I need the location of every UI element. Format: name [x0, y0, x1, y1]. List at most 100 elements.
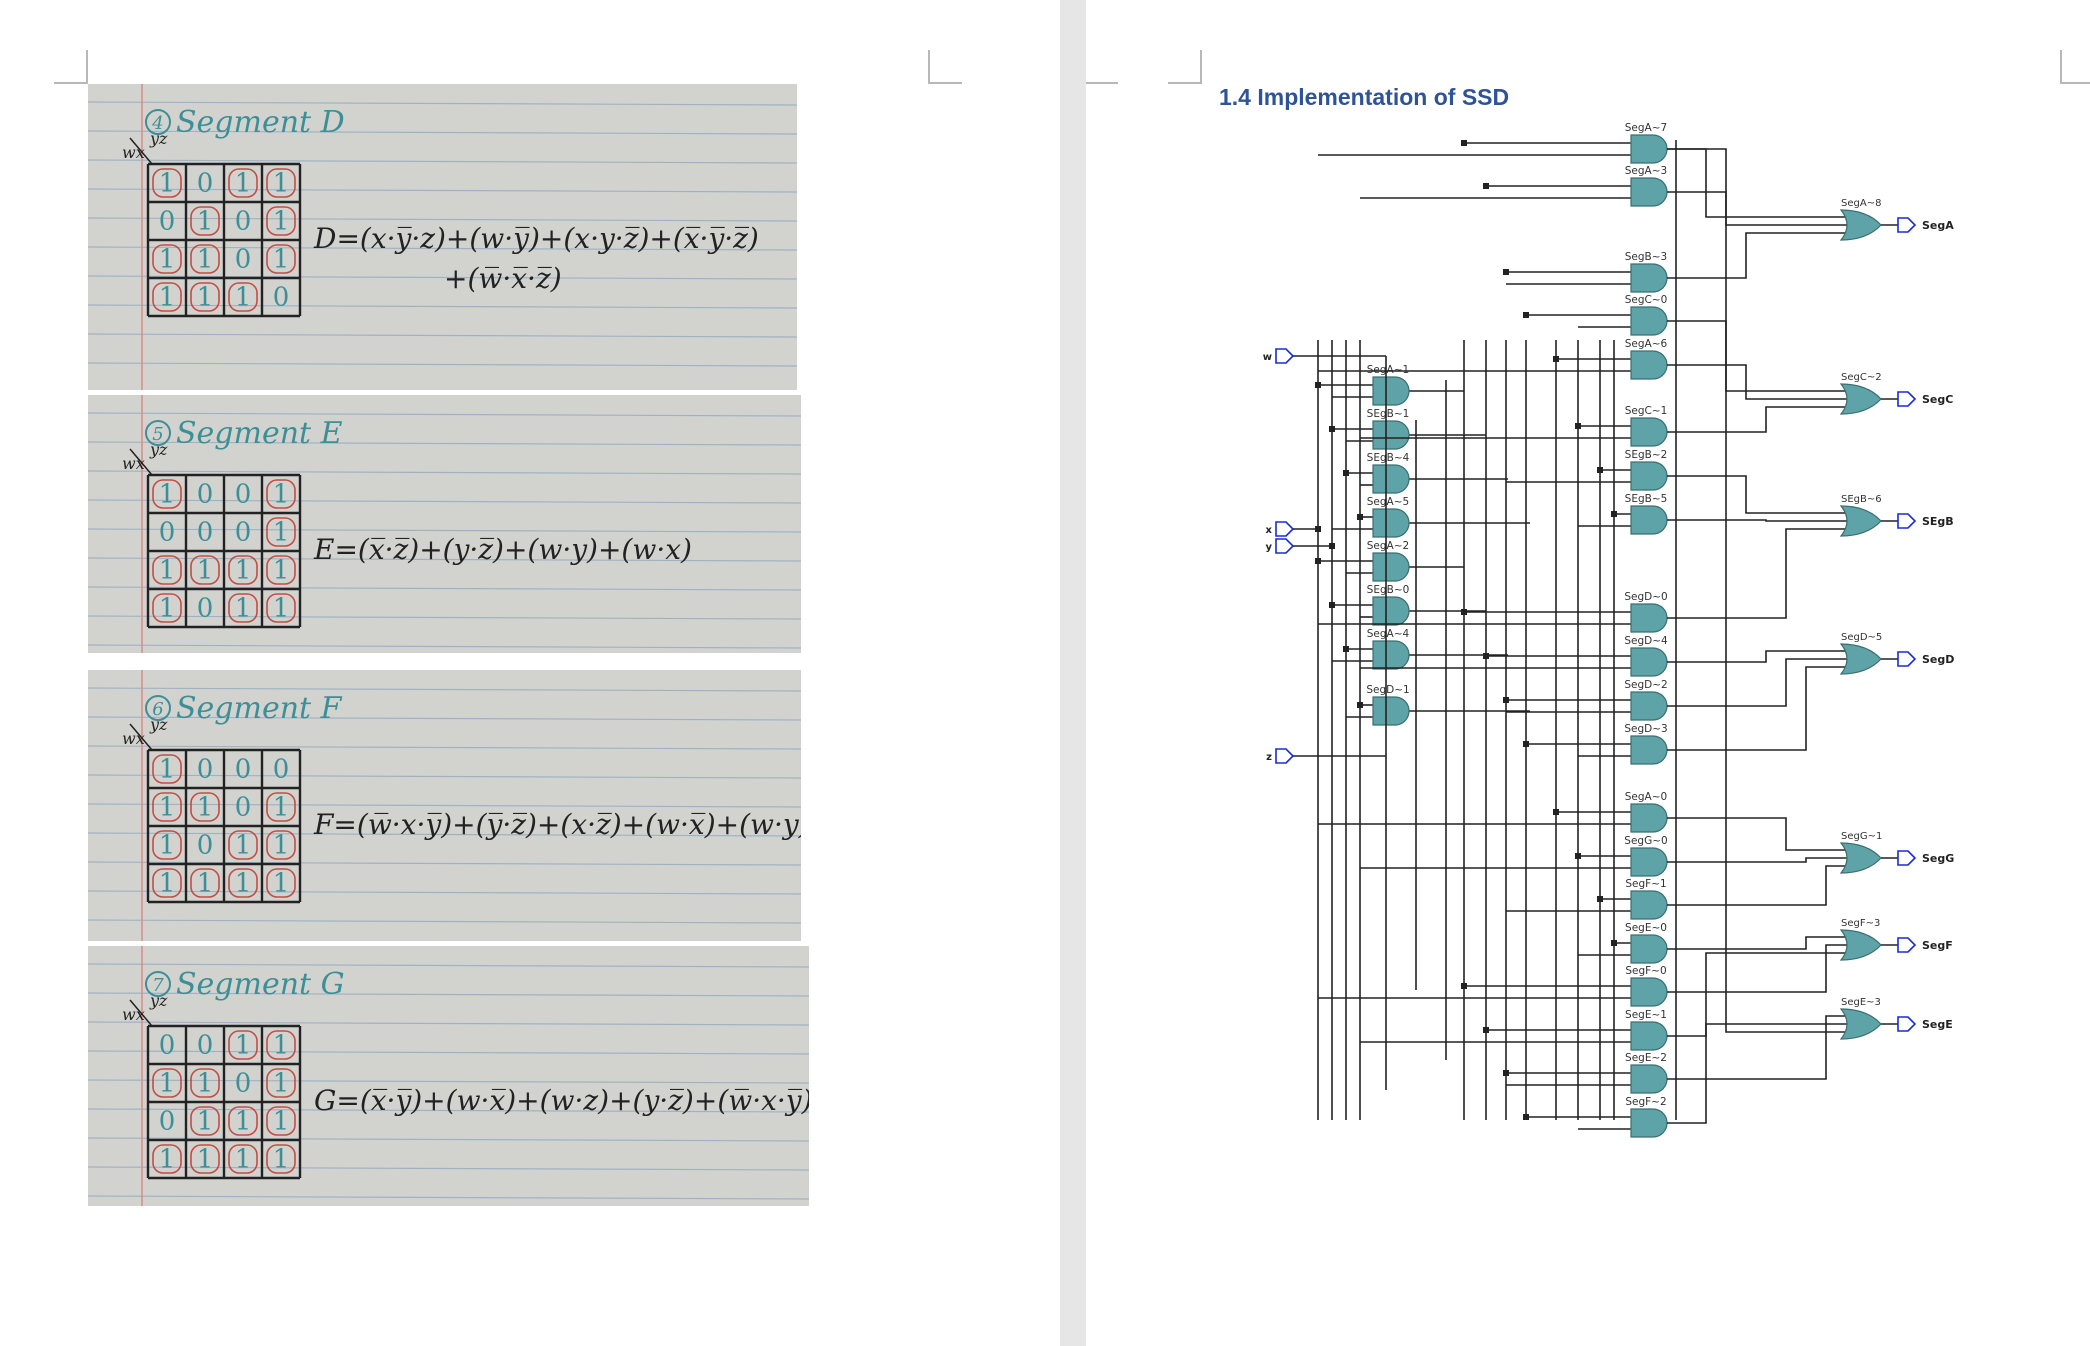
and-gate-main-10[interactable]: SegD~2: [1624, 679, 1668, 721]
kmap-svg: 7 Segment Gwxyz0 0 1 11 1 0 10 1 1 11 1 1 1G=(x̅·y̅)+…: [88, 946, 809, 1206]
kmap-svg: 4 Segment Dwxyz1 0 1 10 1 0 11 1 0 11 1 1 0D=(x·y̅·z)…: [88, 84, 797, 390]
wire-junction: [1503, 269, 1509, 275]
and-gate-left-5[interactable]: SEgB~0: [1367, 584, 1410, 626]
or-gate-6[interactable]: SegE~3: [1839, 997, 1882, 1040]
and-gate-left-6[interactable]: SegA~4: [1367, 628, 1410, 670]
and-gate-left-7[interactable]: SegD~1: [1366, 684, 1410, 726]
port-label: x: [1266, 525, 1273, 536]
kmap-cell: 1: [159, 479, 176, 509]
and-gate-main-12[interactable]: SegA~0: [1625, 791, 1668, 833]
kmap-cell: 0: [197, 517, 214, 547]
input-port-y[interactable]: y: [1265, 538, 1295, 554]
ruled-line: [88, 890, 801, 895]
and-gate-main-11[interactable]: SegD~3: [1624, 723, 1668, 765]
gate-label: SegA~2: [1367, 540, 1409, 552]
and-gate-left-0[interactable]: SegA~1: [1367, 364, 1410, 406]
and-gate-main-8[interactable]: SegD~0: [1624, 591, 1668, 633]
wire-junction: [1523, 312, 1529, 318]
gate-label: SEgB~5: [1625, 493, 1668, 505]
port-shape: [1897, 651, 1917, 667]
kmap-photo-segment-d: 4 Segment Dwx yz 1 0 1 1 0 1 0 1 1 1 0 1 1 1 1 0 D=(x·y̅·z)…: [88, 84, 797, 390]
or-gate-1[interactable]: SegC~2: [1839, 372, 1882, 415]
or-gate-body: [1839, 505, 1882, 537]
and-gate-body: [1372, 596, 1410, 626]
output-port-0[interactable]: SegA: [1897, 217, 1954, 233]
and-gate-main-1[interactable]: SegA~3: [1625, 165, 1668, 207]
and-gate-main-9[interactable]: SegD~4: [1624, 635, 1668, 677]
wire-junction: [1553, 356, 1559, 362]
wire-junction: [1503, 1070, 1509, 1076]
or-gate-5[interactable]: SegF~3: [1839, 918, 1882, 961]
kmap-cell: 0: [197, 593, 214, 623]
ruled-line: [88, 615, 801, 620]
ruled-line: [88, 803, 801, 808]
kmap-cell: 1: [159, 168, 176, 198]
wire-junction: [1461, 140, 1467, 146]
and-gate-main-0[interactable]: SegA~7: [1625, 122, 1668, 164]
kmap-cell: 1: [273, 206, 290, 236]
or-gate-0[interactable]: SegA~8: [1839, 198, 1882, 241]
or-gate-4[interactable]: SegG~1: [1839, 831, 1882, 874]
and-gate-main-15[interactable]: SegE~0: [1625, 922, 1668, 964]
boolean-equation-continued: +(w̅·x̅·z̅): [444, 262, 562, 295]
and-gate-main-5[interactable]: SegC~1: [1625, 405, 1668, 447]
or-gate-body: [1839, 1008, 1882, 1040]
input-port-x[interactable]: x: [1266, 521, 1295, 537]
and-gate-left-4[interactable]: SegA~2: [1367, 540, 1410, 582]
and-gate-main-19[interactable]: SegF~2: [1625, 1096, 1668, 1138]
and-gate-body: [1630, 803, 1668, 833]
and-gate-left-1[interactable]: SEgB~1: [1367, 408, 1410, 450]
and-gate-main-6[interactable]: SEgB~2: [1625, 449, 1668, 491]
wire-junction: [1315, 558, 1321, 564]
kmap-cell: 0: [159, 206, 176, 236]
kmap-cell: 0: [197, 1030, 214, 1060]
kmap-cell: 1: [197, 868, 214, 898]
output-port-2[interactable]: SEgB: [1897, 513, 1954, 529]
or-gate-2[interactable]: SEgB~6: [1839, 494, 1882, 537]
wire-junction: [1357, 702, 1363, 708]
kmap-cell: 1: [273, 593, 290, 623]
and-gate-left-2[interactable]: SEgB~4: [1367, 452, 1410, 494]
and-gate-body: [1630, 134, 1668, 164]
and-gate-main-18[interactable]: SegE~2: [1625, 1052, 1668, 1094]
and-gate-main-4[interactable]: SegA~6: [1625, 338, 1668, 380]
gate-label: SegA~7: [1625, 122, 1667, 134]
and-gate-main-14[interactable]: SegF~1: [1625, 878, 1668, 920]
wire: [1667, 406, 1847, 433]
kmap-cell: 0: [197, 479, 214, 509]
port-shape: [1897, 850, 1917, 866]
output-port-4[interactable]: SegG: [1897, 850, 1954, 866]
output-port-5[interactable]: SegF: [1897, 937, 1953, 953]
input-port-z[interactable]: z: [1266, 748, 1295, 764]
kmap-cell: 1: [235, 1106, 252, 1136]
kmap-cell: 0: [159, 517, 176, 547]
and-gate-main-7[interactable]: SEgB~5: [1625, 493, 1668, 535]
kmap-cell: 0: [235, 517, 252, 547]
and-gate-body: [1372, 508, 1410, 538]
kmap-cell: 0: [197, 830, 214, 860]
segment-title: Segment F: [176, 691, 343, 726]
input-port-w[interactable]: w: [1263, 348, 1295, 364]
and-gate-left-3[interactable]: SegA~5: [1367, 496, 1410, 538]
kmap-cell: 1: [197, 1144, 214, 1174]
kmap-photo-segment-g: 7 Segment Gwx yz 0 0 1 1 1 1 0 1 0 1 1 1 1 1 1 1 G=(x̅·y̅)+…: [88, 946, 809, 1206]
output-port-1[interactable]: SegC: [1897, 391, 1953, 407]
and-gate-main-3[interactable]: SegC~0: [1625, 294, 1668, 336]
kmap-cell: 1: [197, 206, 214, 236]
and-gate-main-13[interactable]: SegG~0: [1624, 835, 1668, 877]
gate-label: SegE~1: [1625, 1009, 1667, 1021]
crop-mark-top-right: [928, 50, 962, 84]
and-gate-body: [1372, 464, 1410, 494]
or-gate-3[interactable]: SegD~5: [1839, 632, 1882, 675]
port-label: w: [1263, 352, 1272, 363]
gate-label: SegB~3: [1625, 251, 1667, 263]
output-port-3[interactable]: SegD: [1897, 651, 1954, 667]
and-gate-main-2[interactable]: SegB~3: [1625, 251, 1668, 293]
gate-label: SegD~5: [1841, 632, 1882, 643]
kmap-cell: 1: [273, 168, 290, 198]
wire: [1667, 364, 1847, 400]
output-port-6[interactable]: SegE: [1897, 1016, 1953, 1032]
ruled-line: [88, 362, 797, 367]
and-gate-main-17[interactable]: SegE~1: [1625, 1009, 1668, 1051]
and-gate-main-16[interactable]: SegF~0: [1625, 965, 1668, 1007]
